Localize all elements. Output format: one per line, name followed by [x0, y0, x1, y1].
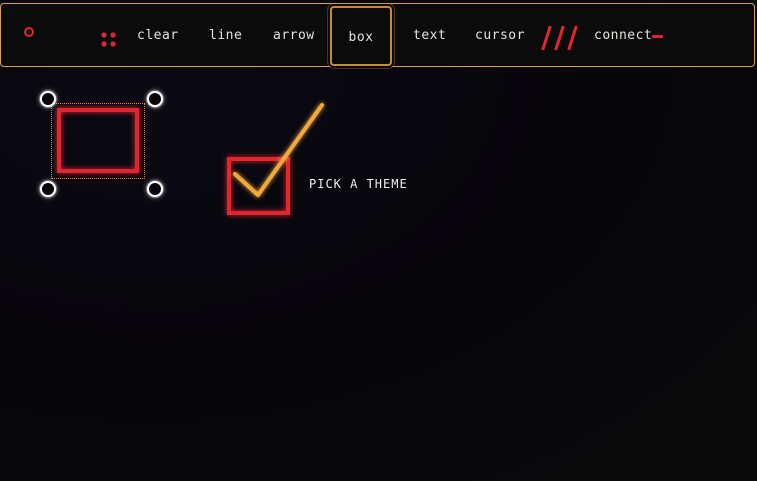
resize-handle-top-right[interactable] — [147, 91, 163, 107]
resize-handle-top-left[interactable] — [40, 91, 56, 107]
slashes-icon — [541, 26, 578, 50]
tool-line[interactable]: line — [209, 4, 242, 68]
tool-cursor[interactable]: cursor — [475, 4, 525, 68]
dots-grid-icon — [101, 32, 116, 47]
tool-box[interactable]: box — [330, 6, 392, 66]
tool-text[interactable]: text — [413, 4, 446, 68]
selection-frame — [51, 103, 145, 179]
toolbar: clear line arrow box text cursor connect — [0, 3, 755, 67]
resize-handle-bottom-right[interactable] — [147, 181, 163, 197]
drawing-canvas[interactable] — [0, 0, 757, 481]
ring-icon[interactable] — [24, 27, 34, 37]
tool-clear[interactable]: clear — [137, 4, 179, 68]
canvas-text-label[interactable]: PICK A THEME — [309, 177, 408, 191]
tool-arrow[interactable]: arrow — [273, 4, 315, 68]
tool-connect[interactable]: connect — [594, 4, 652, 68]
resize-handle-bottom-left[interactable] — [40, 181, 56, 197]
dash-icon — [652, 35, 663, 38]
